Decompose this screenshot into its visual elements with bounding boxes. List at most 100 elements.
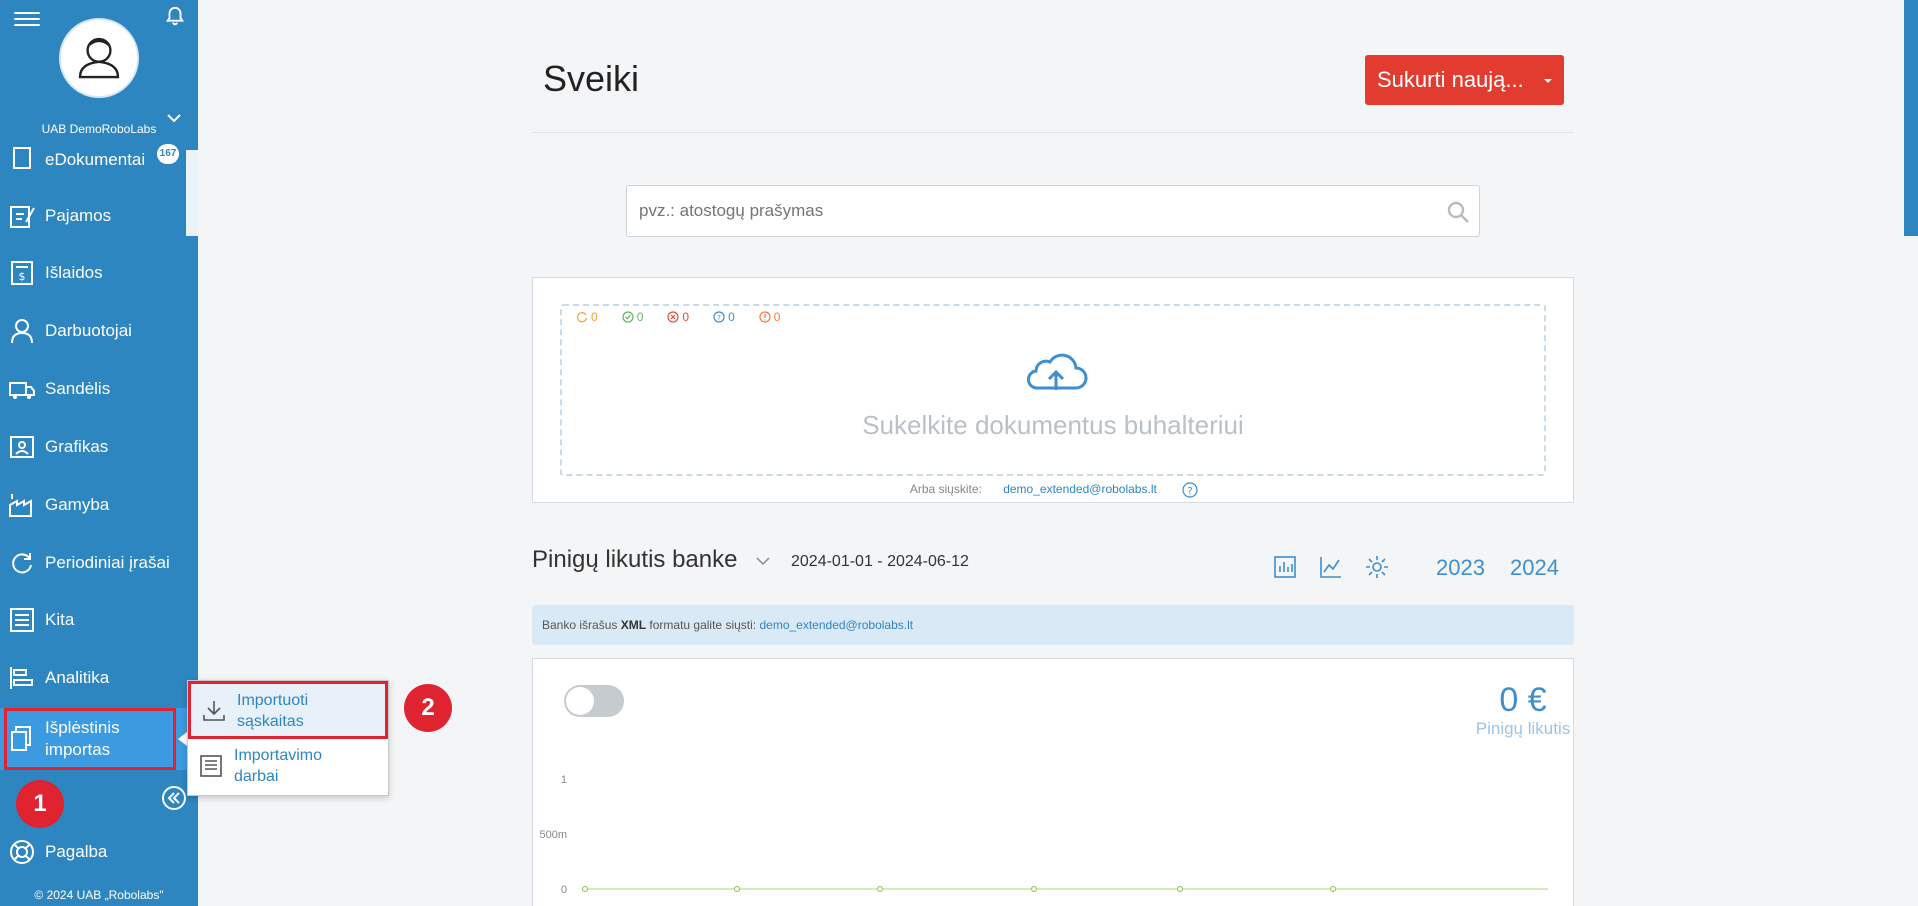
email-upload-line: Arba siųskite: demo_extended@robolabs.lt… (533, 482, 1575, 498)
sidebar-item-periodiniai[interactable]: Periodiniai įrašai (0, 537, 198, 589)
gear-icon[interactable] (1364, 554, 1390, 580)
sidebar-item-edokumentai[interactable]: eDokumentai 167 (0, 134, 198, 186)
data-point[interactable] (1176, 885, 1184, 893)
data-point[interactable] (876, 885, 884, 893)
collapse-sidebar-icon[interactable] (162, 786, 186, 810)
step-number-1: 1 (16, 780, 64, 828)
data-point[interactable] (1329, 885, 1337, 893)
info-circle-icon (759, 311, 771, 323)
upload-stats: 0 0 0 ? 0 0 (576, 310, 804, 324)
stat-value: 0 (773, 310, 781, 324)
sidebar-item-pajamos[interactable]: Pajamos (0, 190, 198, 242)
label-line-2: darbai (234, 768, 279, 785)
expense-receipt-icon: $ (11, 261, 33, 285)
stat-success: 0 (622, 310, 644, 324)
year-2024-button[interactable]: 2024 (1510, 555, 1559, 581)
question-circle-icon: ? (713, 311, 725, 323)
stat-question: ? 0 (713, 310, 735, 324)
label-line-1: Importuoti (237, 692, 309, 709)
upload-email-link[interactable]: demo_extended@robolabs.lt (1003, 482, 1157, 496)
sidebar-item-label: Analitika (45, 668, 110, 687)
menu-item-importavimo-darbai[interactable]: Importavimo darbai (188, 739, 388, 795)
search-icon[interactable] (1445, 199, 1471, 225)
sidebar-item-label: Sandėlis (45, 379, 111, 398)
employee-icon (11, 319, 33, 344)
caret-down-icon (1544, 79, 1552, 83)
page-scrollbar[interactable] (1904, 0, 1918, 236)
info-middle: formatu galite siųsti: (649, 618, 757, 632)
truck-icon (9, 382, 35, 399)
sidebar-item-darbuotojai[interactable]: Darbuotojai (0, 305, 198, 357)
year-2023-button[interactable]: 2023 (1436, 555, 1485, 581)
bell-icon[interactable] (164, 6, 186, 28)
document-dropzone[interactable]: 0 0 0 ? 0 0 Sukelkite dokumentus buhalte… (560, 304, 1546, 476)
menu-item-importuoti-saskaitas[interactable]: Importuoti sąskaitas (188, 681, 388, 739)
sidebar-scrollbar[interactable] (186, 150, 198, 236)
stat-warning: 0 (759, 310, 781, 324)
toggle-knob (566, 687, 594, 715)
svg-text:?: ? (1188, 486, 1193, 497)
sidebar-item-label: Periodiniai įrašai (45, 553, 170, 572)
email-prefix: Arba siųskite: (909, 482, 982, 497)
cloud-upload-icon (1027, 353, 1088, 390)
analytics-bars-icon (10, 667, 33, 689)
stat-failed: 0 (667, 310, 689, 324)
refresh-icon (12, 553, 32, 574)
popup-pointer (178, 732, 187, 746)
notification-badge: 167 (157, 144, 179, 164)
sidebar-item-kita[interactable]: Kita (0, 594, 198, 646)
info-prefix: Banko išrašus (542, 618, 618, 632)
sidebar-item-gamyba[interactable]: Gamyba (0, 479, 198, 531)
chevron-down-icon[interactable] (754, 554, 772, 568)
lifebuoy-icon (10, 840, 34, 864)
stat-value: 0 (591, 310, 598, 324)
stat-value: 0 (682, 310, 690, 324)
sidebar-item-grafikas[interactable]: Grafikas (0, 421, 198, 473)
stat-value: 0 (636, 310, 644, 324)
sidebar-item-label: Pajamos (45, 206, 112, 225)
create-new-button[interactable]: Sukurti naują... (1365, 55, 1564, 105)
sidebar-item-pagalba[interactable]: Pagalba (0, 826, 198, 878)
svg-text:$: $ (19, 270, 26, 283)
data-point[interactable] (581, 885, 589, 893)
help-circle-icon[interactable]: ? (1182, 482, 1198, 498)
copyright: © 2024 UAB „Robolabs" (34, 888, 164, 902)
search-input[interactable] (639, 198, 1419, 224)
y-tick-label: 500m (539, 829, 567, 841)
date-range[interactable]: 2024-01-01 - 2024-06-12 (791, 553, 969, 571)
stat-value: 0 (728, 310, 735, 324)
header-divider (532, 132, 1574, 133)
sidebar-header: UAB DemoRoboLabs (0, 0, 198, 150)
bank-email-link[interactable]: demo_extended@robolabs.lt (759, 618, 913, 632)
sidebar-item-label: Pagalba (45, 842, 108, 861)
chart-toggle[interactable] (564, 685, 624, 717)
stat-processing: 0 (576, 310, 598, 324)
label-line-1: Importavimo (234, 747, 323, 764)
avatar[interactable] (59, 18, 139, 98)
documents-icon (13, 147, 31, 169)
bar-chart-icon[interactable] (1272, 554, 1298, 580)
bank-balance-title: Pinigų likutis banke (532, 546, 738, 573)
schedule-badge-icon (10, 436, 34, 458)
data-point[interactable] (733, 885, 741, 893)
user-icon (78, 37, 120, 79)
step-number-2: 2 (404, 684, 452, 732)
highlight-box-step1 (4, 708, 176, 770)
hamburger-menu-icon[interactable] (14, 8, 40, 28)
label-line-2: sąskaitas (237, 713, 304, 730)
x-circle-icon (667, 311, 679, 323)
sidebar-item-islaidos[interactable]: $ Išlaidos (0, 247, 198, 299)
create-new-button-label: Sukurti naują... (1377, 67, 1524, 92)
factory-icon (9, 494, 32, 517)
sidebar-item-analitika[interactable]: Analitika (0, 652, 198, 704)
menu-item-label: Importuoti sąskaitas (237, 690, 377, 732)
chevron-down-icon[interactable] (166, 110, 182, 126)
sidebar-item-label: Kita (45, 610, 75, 629)
sidebar-item-label: eDokumentai (45, 150, 146, 169)
line-chart-icon[interactable] (1318, 554, 1344, 580)
sidebar-item-sandelis[interactable]: Sandėlis (0, 363, 198, 415)
list-document-icon (200, 755, 222, 777)
income-edit-icon (10, 206, 35, 228)
data-point[interactable] (1030, 885, 1038, 893)
sidebar-item-label: Gamyba (45, 495, 110, 514)
